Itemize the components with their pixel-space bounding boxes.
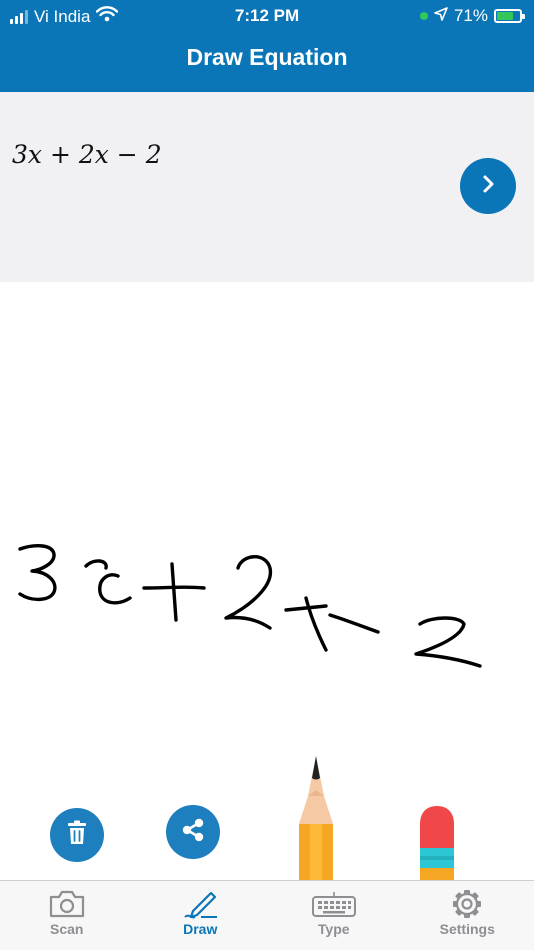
tab-draw[interactable]: Draw [134, 881, 268, 950]
eraser-tool[interactable] [419, 806, 455, 880]
battery-percent: 71% [453, 6, 488, 25]
chevron-right-icon [477, 173, 499, 200]
battery-level [497, 12, 513, 20]
tab-label-scan: Scan [50, 921, 84, 937]
tab-label-settings: Settings [439, 921, 495, 937]
submit-button[interactable] [460, 158, 516, 214]
drawing-canvas[interactable] [0, 282, 534, 880]
trash-icon [65, 820, 89, 851]
pencil-tool[interactable] [298, 756, 334, 880]
clear-button[interactable] [50, 808, 104, 862]
privacy-dot [419, 12, 428, 20]
top-bar: Vi India 7:12 PM 71% Draw Equation [0, 0, 534, 92]
status-bar: Vi India 7:12 PM 71% [0, 0, 534, 32]
tab-settings[interactable]: Settings [401, 881, 534, 950]
recognized-equation: 3x + 2x − 2 [12, 140, 162, 169]
battery-icon [494, 9, 525, 23]
pen-icon [181, 889, 219, 919]
status-right: 71% [419, 6, 525, 26]
handwritten-strokes [18, 544, 482, 668]
keyboard-icon [311, 889, 357, 919]
tab-bar: Scan Draw Type Settings [0, 880, 534, 950]
page-title: Draw Equation [186, 44, 348, 70]
tab-scan[interactable]: Scan [0, 881, 134, 950]
equation-preview: 3x + 2x − 2 [0, 92, 534, 282]
share-button[interactable] [166, 805, 220, 859]
tab-type[interactable]: Type [267, 881, 401, 950]
gear-icon [448, 889, 486, 919]
camera-icon [48, 889, 86, 919]
share-icon [180, 817, 206, 848]
tab-label-type: Type [317, 921, 350, 937]
tab-label-draw: Draw [183, 921, 218, 937]
location-icon [434, 6, 448, 26]
